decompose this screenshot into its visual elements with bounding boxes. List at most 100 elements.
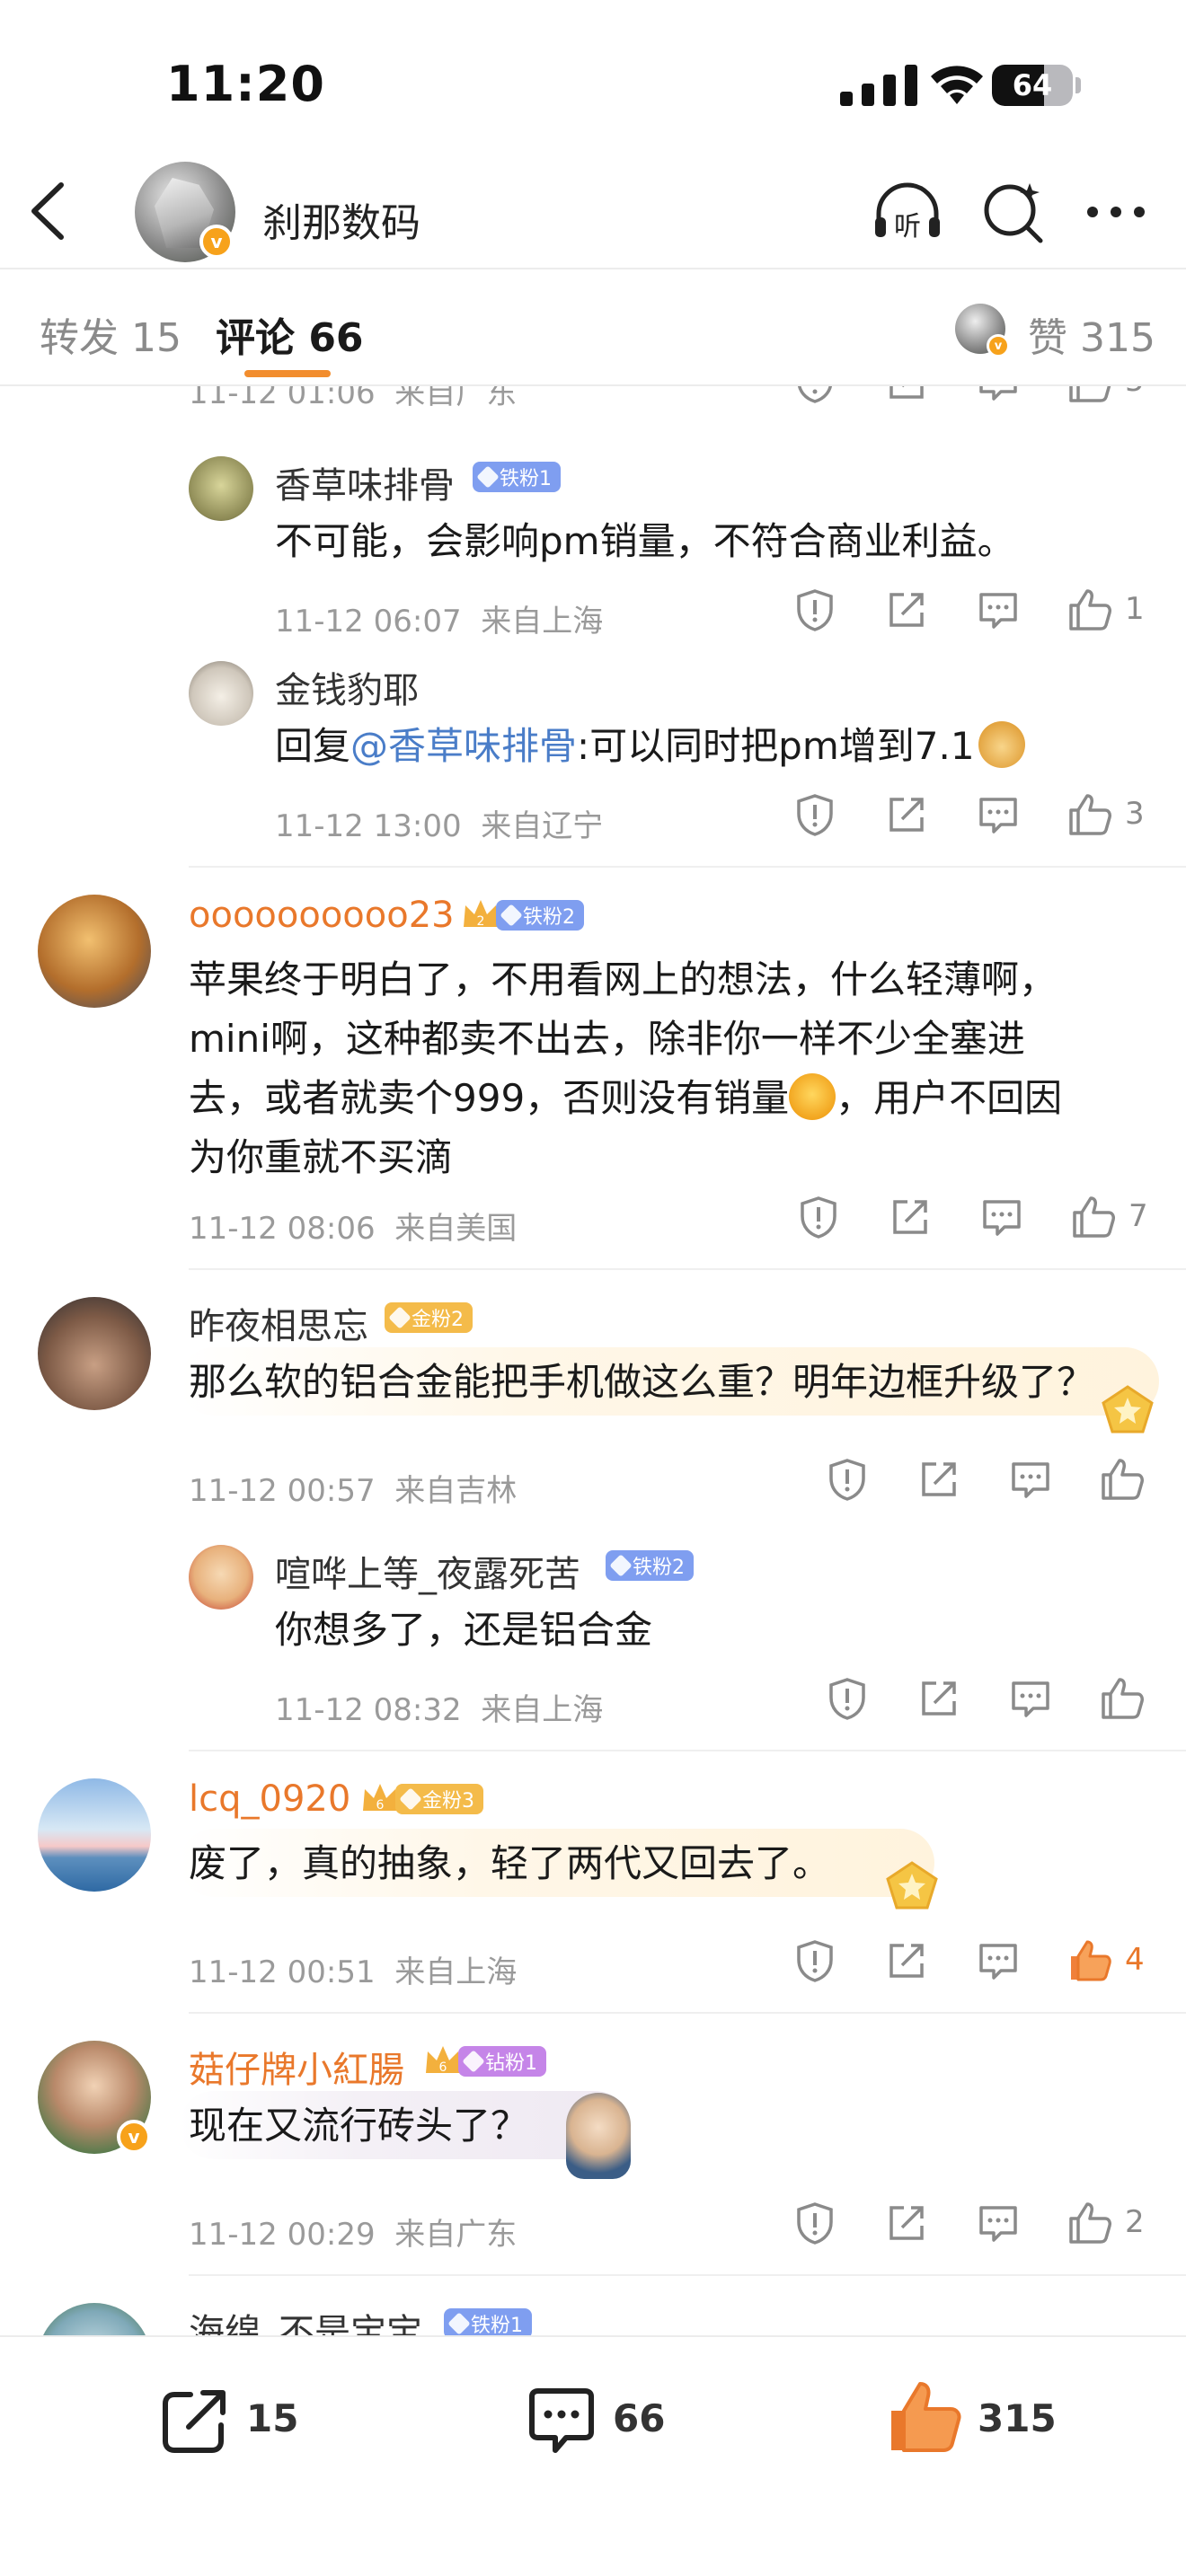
like-button[interactable]: 315 [884,2377,1118,2463]
report-icon[interactable] [791,1936,839,1985]
reply-icon[interactable] [974,1936,1022,1985]
reply-icon[interactable] [974,790,1022,839]
reply-prefix: 回复 [275,724,351,768]
user-avatar[interactable] [38,1297,151,1410]
repost-button[interactable]: 15 [158,2380,356,2461]
partial-comment-meta: 11-12 01:06 来自广东 [189,386,517,412]
repost-icon [163,2390,226,2453]
comment-icon [529,2388,594,2453]
laughing-emoji-icon [789,1073,836,1120]
like-count: 5 [1125,386,1145,399]
comment-actions: 4 [791,1936,1150,1990]
share-icon[interactable] [882,1936,931,1985]
battery-percent: 64 [1012,68,1053,102]
reply-icon[interactable] [1006,1455,1055,1504]
like-icon[interactable] [1098,1674,1146,1723]
liked-thumb-icon[interactable] [1066,1936,1114,1985]
comment-location: 来自吉林 [394,1473,518,1509]
mention-link[interactable]: @香草味排骨 [350,724,577,768]
username[interactable]: oooooooooo23 [189,895,455,936]
comment-location: 来自辽宁 [481,808,604,844]
reply-icon[interactable] [978,1193,1026,1241]
tab-comments[interactable]: 评论 66 [216,305,364,363]
fan-badge-label: 铁粉1 [471,2315,523,2335]
user-avatar[interactable] [189,456,253,521]
share-icon[interactable] [882,2199,931,2247]
author-name[interactable]: 刹那数码 [262,190,420,248]
share-icon[interactable] [886,1193,934,1241]
repost-count: 15 [246,2396,299,2440]
user-avatar[interactable] [38,895,151,1008]
report-icon[interactable] [794,1193,843,1241]
fan-badge-label: 金粉3 [422,1790,474,1813]
username[interactable]: 金钱豹耶 [275,661,419,713]
report-icon[interactable] [791,2199,839,2247]
crown-level: 2 [477,914,485,929]
share-icon[interactable] [915,1455,963,1504]
like-icon[interactable] [1066,790,1114,839]
share-icon[interactable] [882,586,931,634]
reply-icon[interactable] [974,2199,1022,2247]
report-icon[interactable] [791,586,839,634]
pearl-earring-sticker-icon [566,2093,631,2179]
cellular-signal-icon [840,65,917,106]
username[interactable]: 海绵_不是宝宝 [189,2303,422,2335]
share-icon[interactable] [915,1674,963,1723]
comment-location: 来自上海 [481,1692,604,1728]
comment-time: 11-12 00:29 [189,2217,376,2253]
comment-location: 来自上海 [481,604,604,640]
report-icon[interactable] [791,790,839,839]
reply-icon[interactable] [974,386,1022,406]
comment-meta: 11-12 00:29 来自广东 [189,2210,517,2254]
comment-meta: 11-12 08:32 来自上海 [275,1685,603,1729]
comment-separator [189,866,1186,868]
username[interactable]: 菇仔牌小紅腸 [189,2041,404,2093]
username[interactable]: lcq_0920 [189,1778,350,1820]
more-options-icon[interactable] [1080,176,1152,248]
share-icon[interactable] [882,790,931,839]
tab-likes[interactable]: 赞 315 [1028,305,1155,363]
user-avatar[interactable] [38,2303,151,2335]
user-avatar[interactable] [38,1778,151,1892]
like-count: 1 [1125,591,1145,627]
comment-time: 11-12 00:51 [189,1954,376,1990]
like-count: 2 [1125,2204,1145,2240]
comment-meta: 11-12 06:07 来自上海 [275,596,603,640]
comment-text: 你想多了，还是铝合金 [275,1608,653,1652]
like-icon[interactable] [1066,586,1114,634]
search-icon[interactable] [978,176,1049,248]
active-tab-underline [244,370,331,377]
username[interactable]: 喧哗上等_夜露死苦 [275,1545,580,1597]
tab-repost[interactable]: 转发 15 [40,305,181,363]
user-avatar[interactable] [189,661,253,726]
fan-badge-label: 铁粉1 [500,468,552,490]
username[interactable]: 昨夜相思忘 [189,1297,368,1349]
listen-headphones-icon[interactable]: 听 [872,176,943,248]
like-icon[interactable] [1069,1193,1118,1241]
report-icon[interactable] [791,386,839,406]
comment-list[interactable]: 11-12 01:06 来自广东 5 香草味排骨 铁粉1 不可能，会影响pm销量… [0,386,1186,2335]
like-icon[interactable] [1098,1455,1146,1504]
like-icon[interactable] [1066,2199,1114,2247]
bottom-action-bar: 15 66 315 [0,2335,1186,2576]
comment-location: 来自广东 [394,2217,518,2253]
reply-icon[interactable] [1006,1674,1055,1723]
comment-text: 废了，真的抽象，轻了两代又回去了。 [189,1841,831,1885]
star-badge-icon [886,1861,938,1910]
comment-text: 那么软的铝合金能把手机做这么重？明年边框升级了？ [189,1360,1095,1404]
comment-actions [823,1674,1164,1728]
back-arrow-icon[interactable] [25,180,70,243]
header-divider [0,268,1186,269]
user-avatar[interactable] [189,1545,253,1610]
comment-count: 66 [613,2396,666,2440]
username[interactable]: 香草味排骨 [275,456,455,508]
share-icon[interactable] [882,386,931,406]
comment-button[interactable]: 66 [525,2380,722,2461]
comment-separator [189,1268,1186,1270]
report-icon[interactable] [823,1674,872,1723]
reply-icon[interactable] [974,586,1022,634]
report-icon[interactable] [823,1455,872,1504]
listen-label: 听 [894,211,921,243]
like-icon[interactable] [1066,386,1114,406]
comment-separator [189,1750,1186,1751]
